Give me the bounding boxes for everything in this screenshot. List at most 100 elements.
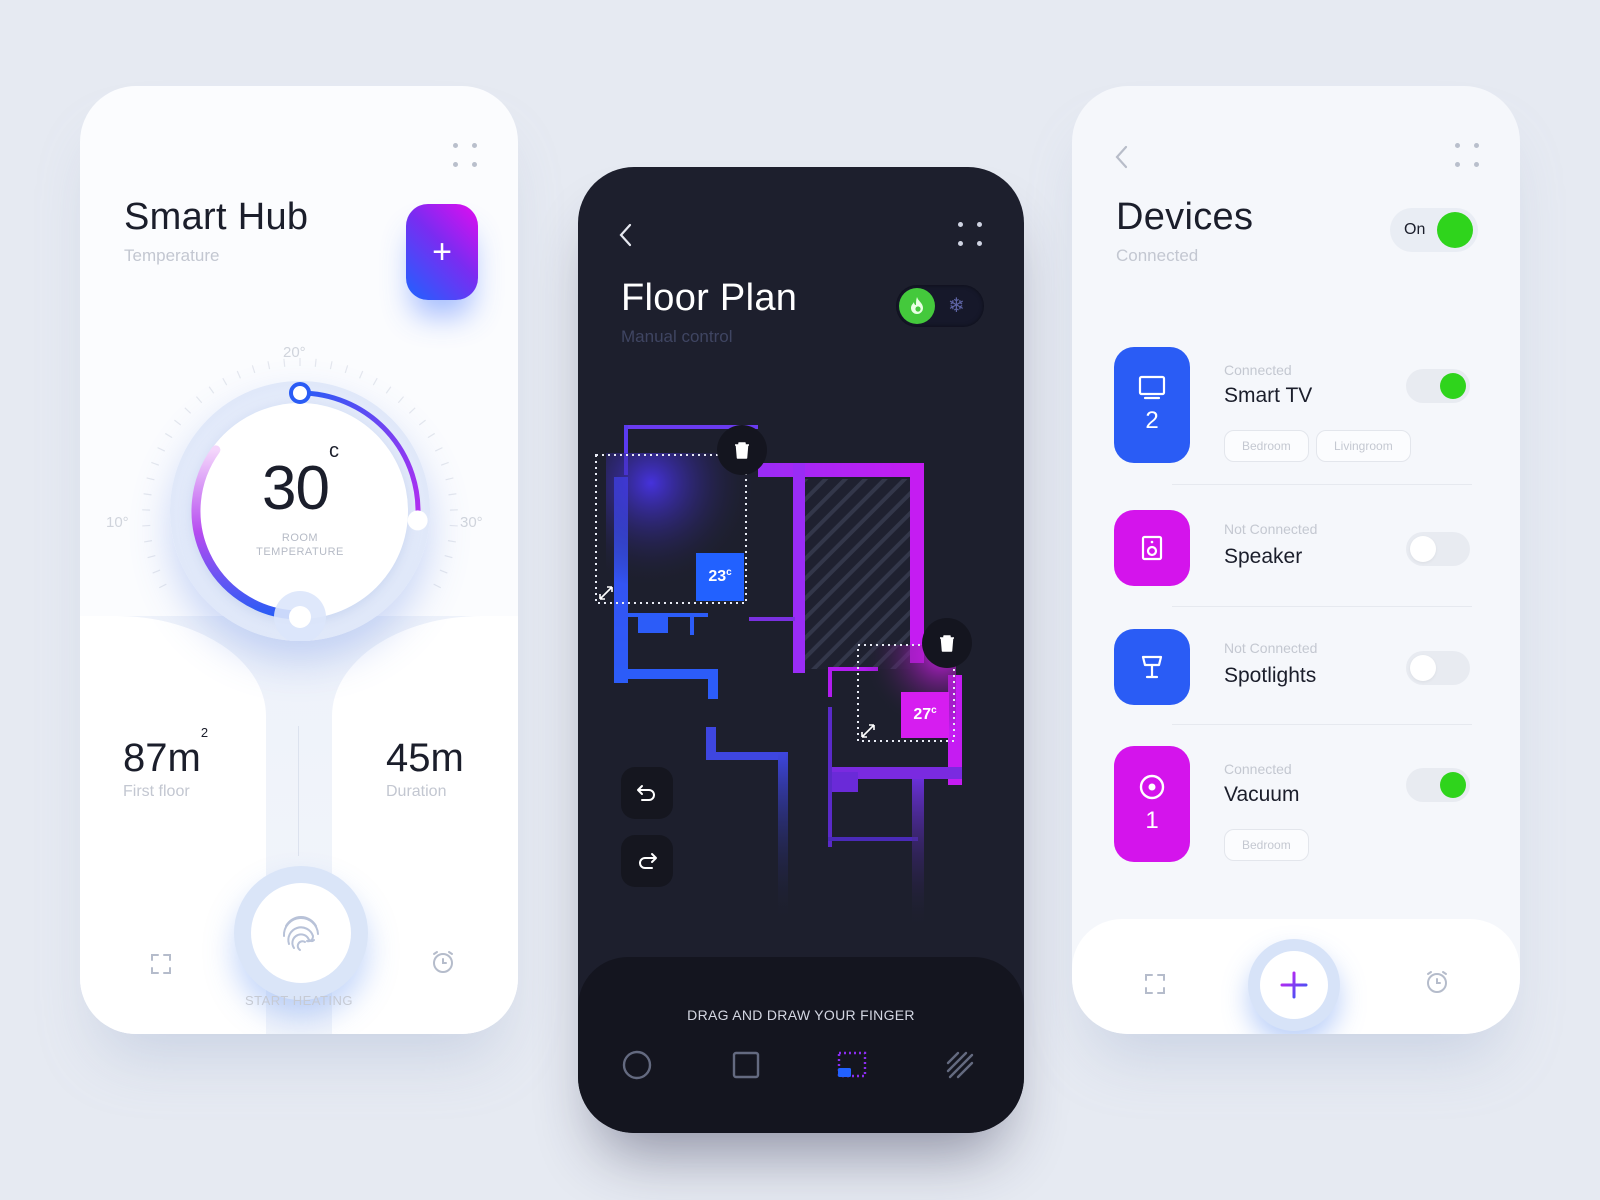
drawing-toolbar: DRAG AND DRAW YOUR FINGER: [578, 957, 1024, 1133]
device-name: Smart TV: [1224, 384, 1313, 407]
dial-tick: [440, 461, 449, 466]
dial-tick: [251, 365, 256, 374]
dial-tick: [359, 370, 364, 379]
dial-handle-start[interactable]: [289, 382, 311, 404]
room-tag[interactable]: Bedroom: [1224, 430, 1309, 462]
more-options-icon[interactable]: [453, 143, 477, 167]
scan-frame-icon[interactable]: [1142, 971, 1168, 997]
dial-tick: [447, 540, 456, 543]
device-name: Speaker: [1224, 545, 1303, 568]
hatch-tool-icon[interactable]: [944, 1049, 976, 1081]
back-chevron-icon[interactable]: [618, 222, 634, 248]
dial-tick: [344, 365, 349, 374]
room-tag[interactable]: Livingroom: [1316, 430, 1411, 462]
start-heating-button[interactable]: [234, 866, 368, 1000]
dial-handle-current[interactable]: [289, 606, 311, 628]
device-count: 2: [1145, 407, 1159, 434]
more-options-icon[interactable]: [958, 222, 982, 246]
device-icon-tile: 1: [1114, 746, 1190, 862]
dial-tick: [449, 524, 458, 527]
temperature-unit: c: [328, 440, 339, 463]
dial-tick: [151, 461, 160, 466]
temperature-dial[interactable]: 30c ROOM TEMPERATURE: [170, 381, 430, 641]
floor-area-value: 87m2: [123, 725, 208, 781]
page-title: Smart Hub: [124, 196, 309, 238]
dial-tick: [267, 361, 271, 370]
duration-value: 45m: [386, 736, 464, 780]
dial-tick: [147, 555, 156, 559]
divider: [1172, 484, 1472, 485]
toggle-knob: [1410, 536, 1436, 562]
device-status: Not Connected: [1224, 640, 1318, 656]
square-tool-icon[interactable]: [730, 1049, 762, 1081]
device-name: Spotlights: [1224, 664, 1317, 687]
circle-tool-icon[interactable]: [621, 1049, 653, 1081]
dial-tick: [283, 358, 286, 367]
back-chevron-icon[interactable]: [1114, 144, 1130, 170]
add-device-button[interactable]: [1248, 939, 1340, 1031]
more-options-icon[interactable]: [1455, 143, 1479, 167]
dial-tick: [439, 569, 448, 574]
zone-2-temp-tag: 27 c: [901, 692, 949, 738]
redo-button[interactable]: [621, 835, 673, 887]
snowflake-icon[interactable]: ❄: [948, 295, 965, 317]
smart-hub-panel: Smart Hub Temperature + 20° 10° 30° 30c: [80, 86, 518, 1034]
add-button[interactable]: +: [406, 204, 478, 300]
toggle-knob: [1410, 655, 1436, 681]
add-button-face: [1260, 951, 1328, 1019]
dial-tick: [142, 524, 151, 527]
dial-tick: [314, 358, 317, 367]
heat-cool-toggle[interactable]: ❄: [896, 285, 984, 327]
dial-tick: [448, 493, 457, 496]
trash-icon: [735, 442, 749, 459]
master-power-toggle[interactable]: On: [1390, 208, 1478, 252]
device-toggle[interactable]: [1406, 651, 1470, 685]
temperature-label: ROOM TEMPERATURE: [170, 531, 430, 559]
dial-tick: [445, 477, 454, 481]
alarm-clock-icon[interactable]: [1424, 969, 1450, 995]
dial-tick: [144, 540, 153, 543]
dial-tick: [152, 569, 161, 574]
lamp-icon: [1141, 655, 1163, 679]
zone-1-temp-tag: 23 c: [696, 553, 744, 601]
heat-mode-option[interactable]: [899, 288, 935, 324]
dial-tick: [444, 555, 453, 559]
floor-area-label: First floor: [123, 783, 190, 800]
delete-zone-1-button[interactable]: [717, 425, 767, 475]
hatched-area: [800, 479, 910, 669]
device-toggle[interactable]: [1406, 532, 1470, 566]
divider: [1172, 606, 1472, 607]
scan-frame-icon[interactable]: [148, 951, 174, 977]
zone-1-temp: 23: [708, 568, 727, 585]
device-toggle[interactable]: [1406, 369, 1470, 403]
floor-plan-panel: Floor Plan Manual control ❄ 23 c 27 c DR…: [578, 167, 1024, 1133]
start-heating-label: START HEATING: [244, 993, 354, 1008]
dial-tick: [146, 477, 155, 481]
dial-tick: [143, 493, 152, 496]
device-row-smart-tv[interactable]: 2 Connected Smart TV Bedroom Livingroom: [1114, 347, 1478, 463]
speaker-icon: [1141, 535, 1163, 561]
area-unit-sup: 2: [200, 724, 209, 740]
room-tag[interactable]: Bedroom: [1224, 829, 1309, 861]
toggle-knob: [1440, 772, 1466, 798]
temperature-value: 30c: [170, 440, 430, 524]
label-line-1: ROOM: [281, 532, 319, 544]
delete-zone-2-button[interactable]: [922, 618, 972, 668]
alarm-clock-icon[interactable]: [430, 949, 456, 975]
device-toggle[interactable]: [1406, 768, 1470, 802]
duration-label: Duration: [386, 783, 447, 800]
toggle-knob: [1437, 212, 1473, 248]
dial-tick: [158, 583, 167, 589]
device-icon-tile: [1114, 510, 1190, 586]
page-title: Devices: [1116, 196, 1254, 238]
device-row-spotlights[interactable]: Not Connected Spotlights: [1114, 629, 1478, 705]
page-subtitle: Connected: [1116, 246, 1199, 265]
trash-icon: [940, 635, 954, 652]
device-row-speaker[interactable]: Not Connected Speaker: [1114, 510, 1478, 586]
master-toggle-label: On: [1404, 221, 1426, 238]
zone-1-unit: c: [726, 566, 732, 578]
device-row-vacuum[interactable]: 1 Connected Vacuum Bedroom: [1114, 746, 1478, 862]
selection-tool-icon[interactable]: [836, 1049, 868, 1081]
page-subtitle: Temperature: [124, 246, 220, 265]
undo-button[interactable]: [621, 767, 673, 819]
